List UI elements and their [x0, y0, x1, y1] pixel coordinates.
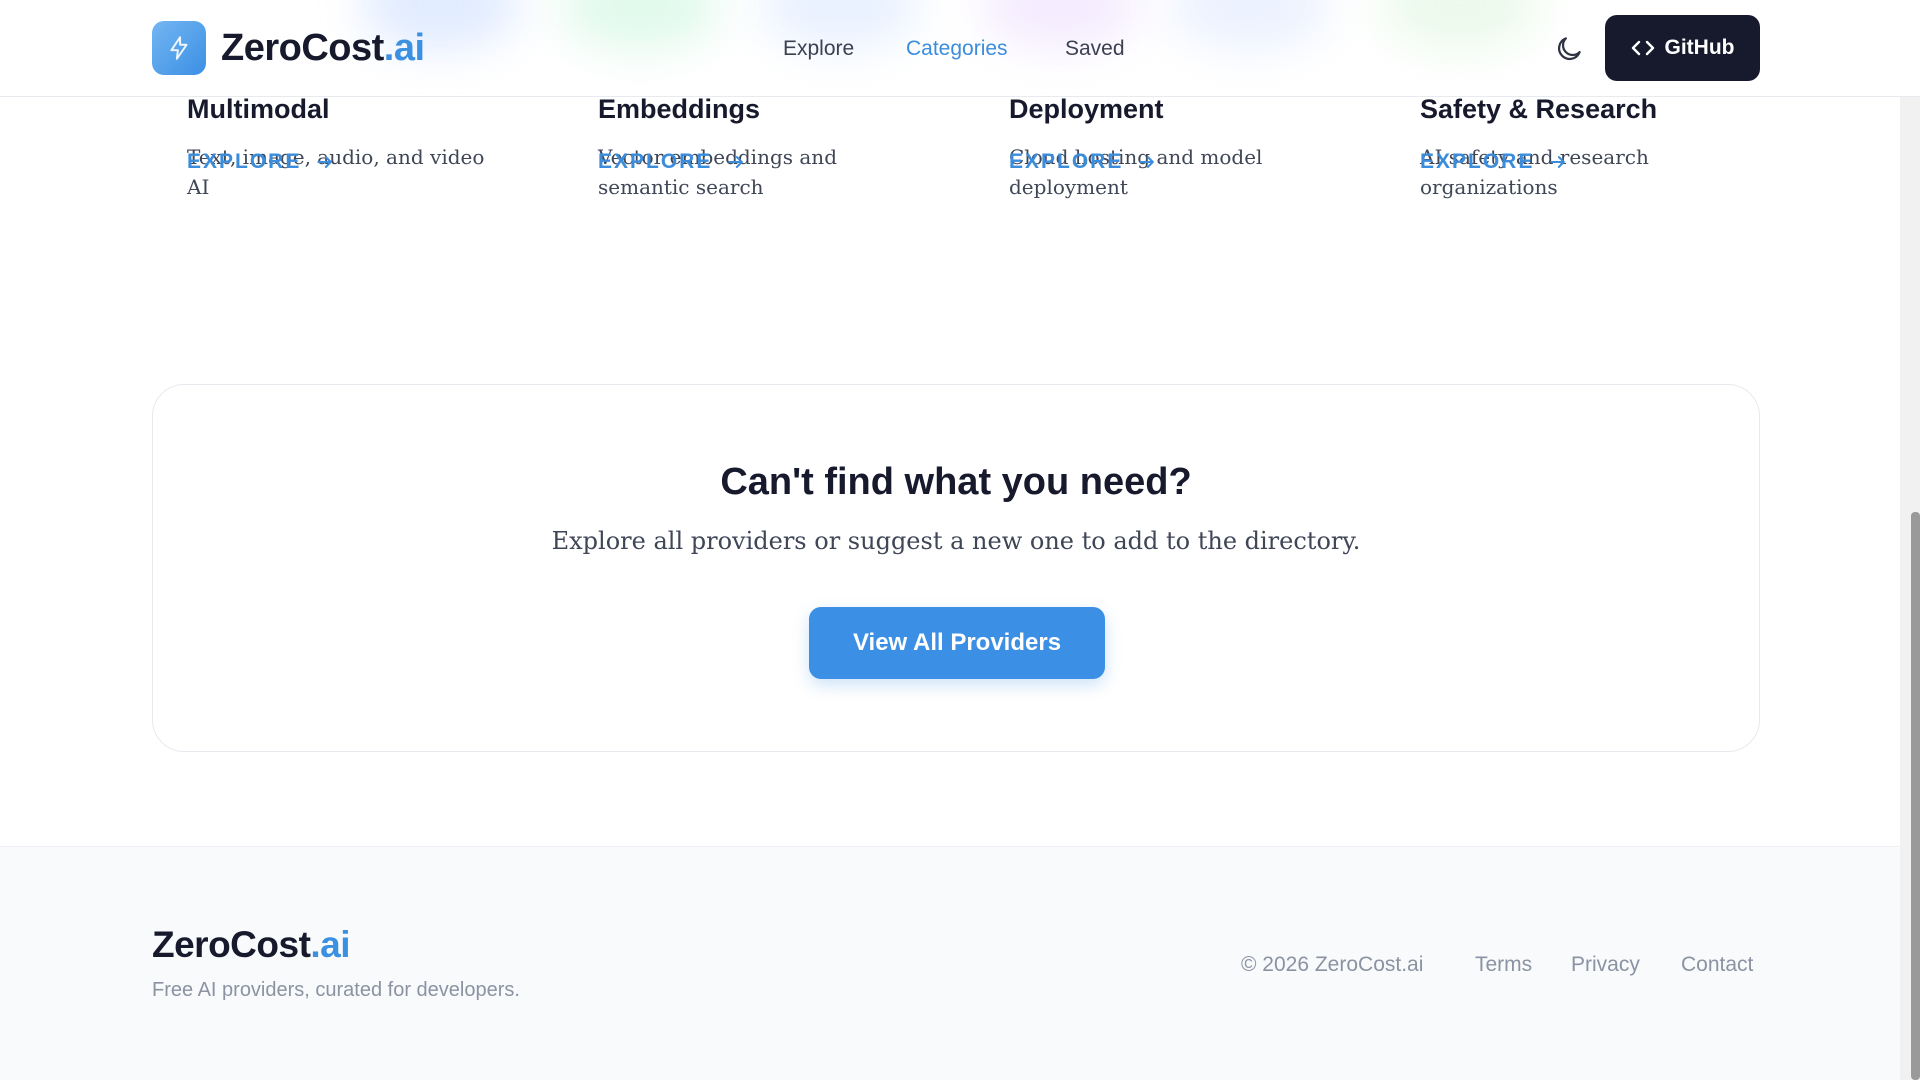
category-card-deployment: Deployment Cloud hosting and model deplo…	[1009, 92, 1329, 202]
explore-label: EXPLORE	[1420, 150, 1535, 173]
category-title: Multimodal	[187, 94, 330, 124]
nav-saved[interactable]: Saved	[1065, 36, 1125, 62]
logo-icon[interactable]	[152, 21, 206, 75]
explore-label: EXPLORE	[1009, 150, 1124, 173]
category-title: Embeddings	[598, 94, 761, 124]
footer-copyright: © 2026 ZeroCost.ai	[1241, 953, 1424, 976]
explore-label: EXPLORE	[187, 150, 302, 173]
code-icon	[1631, 40, 1654, 56]
category-card-multimodal: Multimodal Text, image, audio, and video…	[187, 92, 507, 202]
logo-accent: .ai	[383, 27, 425, 69]
lightning-icon	[170, 36, 188, 60]
top-navbar: ZeroCost.ai Explore Categories Saved Git…	[0, 0, 1920, 97]
category-card-safety-research: Safety & Research AI safety and research…	[1420, 92, 1740, 202]
footer-logo-main: ZeroCost	[152, 924, 311, 965]
nav-explore[interactable]: Explore	[783, 36, 854, 62]
footer-logo-accent: .ai	[310, 924, 351, 965]
explore-link-safety-research[interactable]: EXPLORE	[1420, 150, 1568, 174]
logo-wordmark[interactable]: ZeroCost.ai	[221, 25, 425, 71]
decorative-blur	[1170, 0, 1330, 50]
category-card-embeddings: Embeddings Vector embeddings and semanti…	[598, 92, 918, 202]
footer-link-terms[interactable]: Terms	[1475, 953, 1532, 977]
arrow-right-icon	[728, 156, 744, 168]
footer: ZeroCost.ai Free AI providers, curated f…	[0, 846, 1900, 1080]
category-title: Safety & Research	[1420, 94, 1658, 124]
view-all-providers-button[interactable]: View All Providers	[809, 607, 1105, 679]
explore-link-multimodal[interactable]: EXPLORE	[187, 150, 335, 174]
logo-main: ZeroCost	[221, 27, 384, 69]
scrollbar-thumb[interactable]	[1911, 512, 1920, 1080]
nav-categories[interactable]: Categories	[906, 36, 1008, 62]
cta-panel: Can't find what you need? Explore all pr…	[152, 384, 1760, 752]
arrow-right-icon	[1139, 156, 1155, 168]
github-button[interactable]: GitHub	[1605, 15, 1760, 81]
explore-label: EXPLORE	[598, 150, 713, 173]
moon-icon	[1557, 37, 1581, 61]
footer-link-contact[interactable]: Contact	[1681, 953, 1753, 977]
footer-logo[interactable]: ZeroCost.ai	[152, 923, 351, 967]
decorative-blur	[1380, 0, 1540, 50]
cta-text: Explore all providers or suggest a new o…	[551, 527, 1361, 555]
github-label: GitHub	[1664, 36, 1735, 59]
footer-link-privacy[interactable]: Privacy	[1571, 953, 1640, 977]
category-title: Deployment	[1009, 94, 1164, 124]
decorative-blur	[560, 0, 720, 50]
theme-toggle-button[interactable]	[1552, 32, 1586, 66]
explore-link-deployment[interactable]: EXPLORE	[1009, 150, 1157, 174]
footer-tagline: Free AI providers, curated for developer…	[152, 979, 520, 1001]
arrow-right-icon	[317, 156, 333, 168]
cta-title: Can't find what you need?	[720, 461, 1192, 503]
arrow-right-icon	[1550, 156, 1566, 168]
explore-link-embeddings[interactable]: EXPLORE	[598, 150, 746, 174]
